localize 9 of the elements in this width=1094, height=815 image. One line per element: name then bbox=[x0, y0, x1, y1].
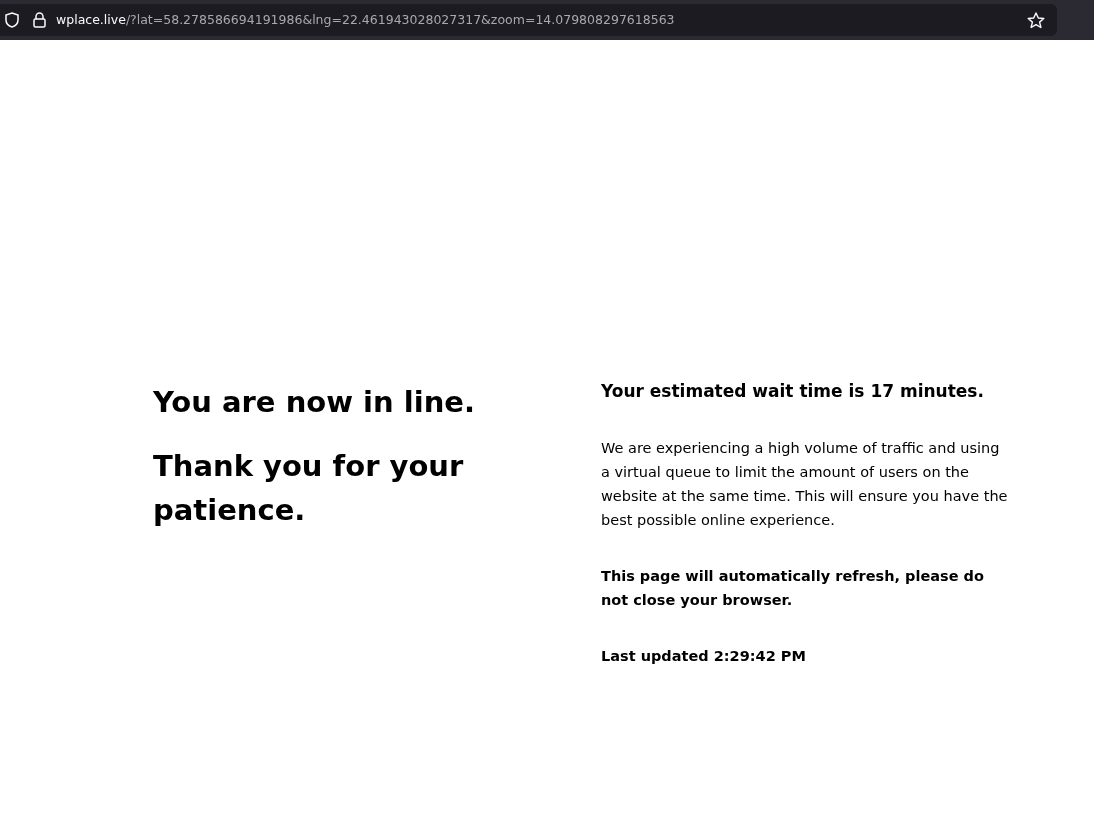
heading: You are now in line. bbox=[153, 384, 476, 421]
wait-time-text: Your estimated wait time is 17 minutes. bbox=[601, 380, 985, 403]
star-icon[interactable] bbox=[1027, 11, 1045, 29]
message-text: We are experiencing a high volume of traffic and using a virtual queue to limit the amount of users on the website at the same time. This will ensure you have the best possible online experience. bbox=[601, 439, 1009, 530]
refresh-notice: This page will automatically refresh, please do not close your browser. bbox=[601, 567, 985, 610]
lock-icon[interactable] bbox=[33, 12, 46, 28]
last-updated-text: Last updated 2:29:42 PM bbox=[601, 647, 807, 666]
heading: Thank you for your patience. bbox=[153, 448, 465, 529]
shield-icon[interactable] bbox=[5, 12, 19, 28]
